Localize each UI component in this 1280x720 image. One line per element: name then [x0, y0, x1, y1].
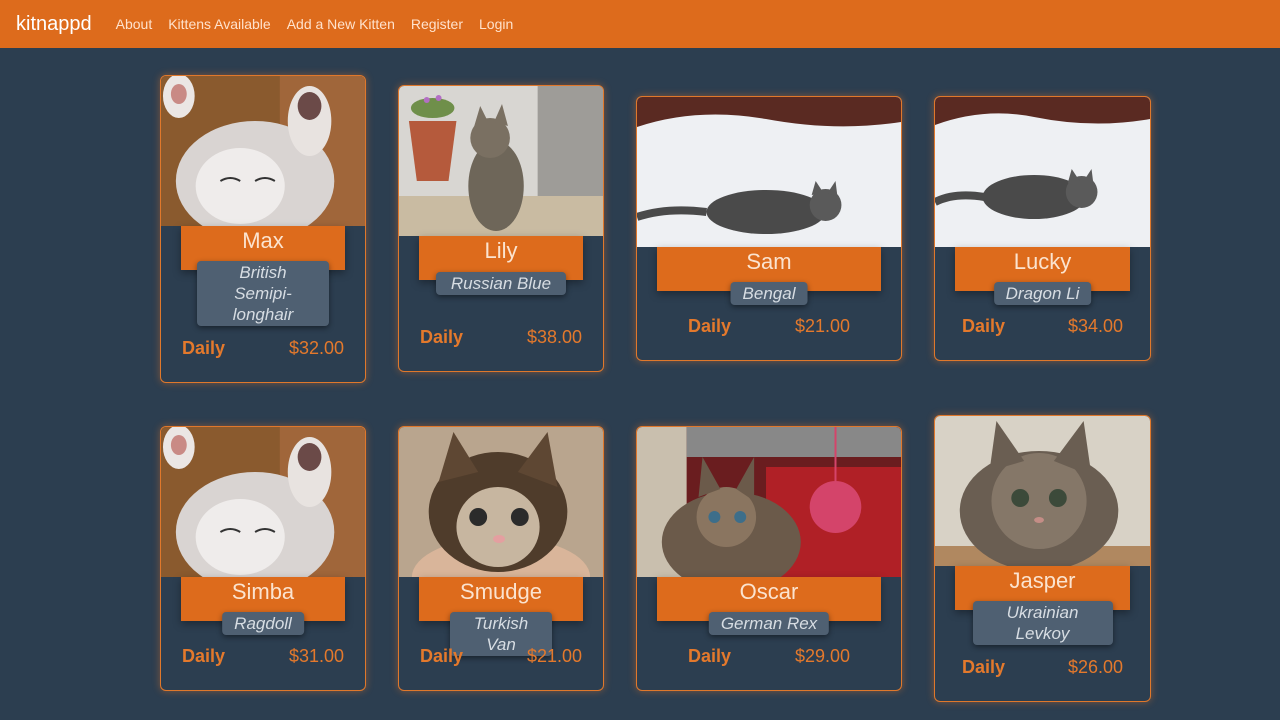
nav-link-add-kitten[interactable]: Add a New Kitten	[287, 16, 395, 32]
kitten-photo	[161, 76, 365, 226]
kitten-photo	[935, 97, 1150, 247]
price-value: $38.00	[526, 327, 582, 347]
brand-logo[interactable]: kitnappd	[16, 13, 92, 36]
kitten-photo	[935, 416, 1150, 566]
rate-label: Daily	[420, 646, 464, 666]
kitten-card-lily[interactable]: Lily Russian Blue Daily $38.00	[398, 85, 604, 372]
kitten-breed-badge: Russian Blue	[436, 272, 566, 295]
rate-label: Daily	[962, 657, 1006, 677]
kitten-photo	[637, 427, 901, 577]
rate-label: Daily	[962, 316, 1006, 336]
kitten-card-smudge[interactable]: Smudge Turkish Van Daily $21.00	[398, 426, 604, 691]
kitten-breed-badge: Bengal	[730, 282, 808, 305]
rate-label: Daily	[420, 327, 464, 347]
kitten-card-sam[interactable]: Sam Bengal Daily $21.00	[636, 96, 902, 361]
top-navbar: kitnappd About Kittens Available Add a N…	[0, 0, 1280, 48]
price-value: $21.00	[526, 646, 582, 666]
rate-label: Daily	[182, 646, 226, 666]
kitten-card-jasper[interactable]: Jasper Ukrainian Levkoy Daily $26.00	[934, 415, 1151, 702]
rate-label: Daily	[182, 338, 226, 358]
price-value: $21.00	[794, 316, 850, 336]
rate-label: Daily	[688, 316, 732, 336]
kitten-photo	[637, 97, 901, 247]
kitten-card-oscar[interactable]: Oscar German Rex Daily $29.00	[636, 426, 902, 691]
kitten-photo	[399, 86, 603, 236]
price-value: $32.00	[288, 338, 344, 358]
kitten-breed-badge: Ukrainian Levkoy	[972, 601, 1113, 645]
rate-label: Daily	[688, 646, 732, 666]
kitten-card-lucky[interactable]: Lucky Dragon Li Daily $34.00	[934, 96, 1151, 361]
kitten-card-max[interactable]: Max British Semipi-longhair Daily $32.00	[160, 75, 366, 383]
kitten-breed-badge: Ragdoll	[222, 612, 304, 635]
price-value: $26.00	[1067, 657, 1123, 677]
kitten-photo	[399, 427, 603, 577]
kitten-breed-badge: German Rex	[708, 612, 830, 635]
nav-link-kittens-available[interactable]: Kittens Available	[168, 16, 270, 32]
nav-link-login[interactable]: Login	[479, 16, 513, 32]
kitten-photo	[161, 427, 365, 577]
kitten-breed-badge: British Semipi-longhair	[197, 261, 329, 326]
nav-link-about[interactable]: About	[116, 16, 153, 32]
nav-link-register[interactable]: Register	[411, 16, 463, 32]
price-value: $34.00	[1067, 316, 1123, 336]
price-value: $29.00	[794, 646, 850, 666]
kitten-card-simba[interactable]: Simba Ragdoll Daily $31.00	[160, 426, 366, 691]
kitten-breed-badge: Dragon Li	[993, 282, 1092, 305]
price-value: $31.00	[288, 646, 344, 666]
